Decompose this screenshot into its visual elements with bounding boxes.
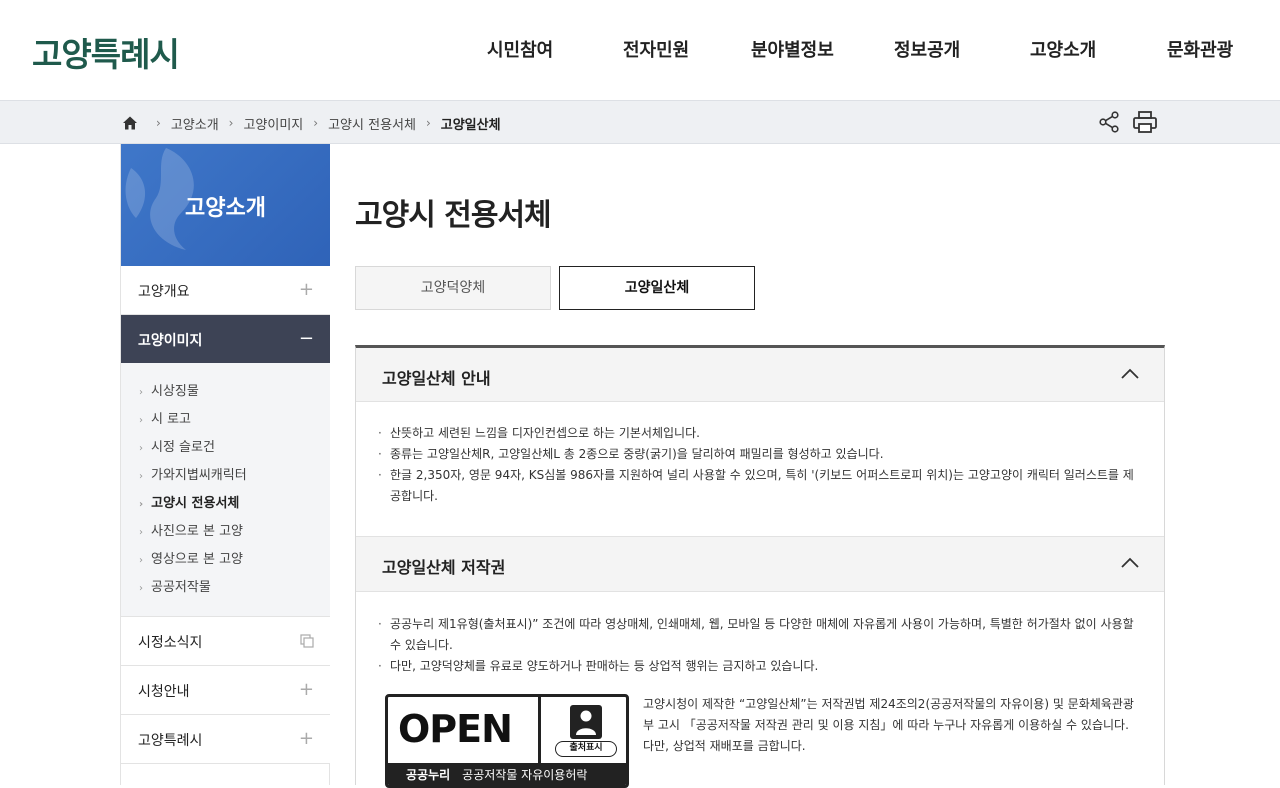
attribution-mark: 출처표시	[538, 697, 626, 763]
sidebar-item-label: 시청안내	[138, 684, 190, 700]
share-icon[interactable]	[1098, 111, 1120, 133]
submenu-item-slogan[interactable]: › 시정 슬로건	[139, 436, 215, 455]
chevron-up-icon[interactable]	[1120, 366, 1140, 380]
breadcrumb: › 고양소개 › 고양이미지 › 고양시 전용서체 › 고양일산체	[122, 113, 501, 133]
sidebar-item-label: 고양특례시	[138, 733, 203, 749]
global-nav: 시민참여 전자민원 분야별정보 정보공개 고양소개 문화관광	[0, 36, 1280, 66]
chevron-right-icon: ›	[156, 116, 161, 130]
kogl-caption: 공공누리 공공저작물 자유이용허락	[388, 763, 626, 785]
submenu-item-public-works[interactable]: › 공공저작물	[139, 576, 211, 595]
page-title: 고양시 전용서체	[355, 198, 552, 233]
submenu-item-logo[interactable]: › 시 로고	[139, 408, 191, 427]
open-mark: OPEN	[388, 697, 538, 763]
sidebar-item-label: 고양개요	[138, 284, 190, 300]
sidebar-item-label: 시정소식지	[138, 635, 203, 651]
chevron-right-icon: ›	[139, 443, 143, 454]
list-item: 다만, 고양덕양체를 유료로 양도하거나 판매하는 등 상업적 행위는 금지하고…	[378, 656, 1138, 677]
chevron-right-icon: ›	[139, 583, 143, 594]
sidebar-title: 고양소개	[185, 196, 266, 221]
tab-deokyang[interactable]: 고양덕양체	[355, 266, 551, 310]
submenu-item-photo[interactable]: › 사진으로 본 고양	[139, 520, 243, 539]
breadcrumb-item[interactable]: 고양시 전용서체	[328, 114, 416, 133]
new-window-icon	[300, 634, 314, 648]
chevron-right-icon: ›	[425, 116, 431, 130]
nav-item-about-goyang[interactable]: 고양소개	[1030, 36, 1096, 62]
chevron-right-icon: ›	[139, 527, 143, 538]
breadcrumb-bar: › 고양소개 › 고양이미지 › 고양시 전용서체 › 고양일산체	[0, 100, 1280, 144]
submenu-item-symbol[interactable]: › 시상징물	[139, 380, 199, 399]
chevron-right-icon: ›	[313, 116, 319, 130]
list-item: 공공누리 제1유형(출처표시)” 조건에 따라 영상매체, 인쇄매체, 웹, 모…	[378, 614, 1138, 656]
breadcrumb-item[interactable]: 고양소개	[171, 114, 219, 133]
sidebar-item-label: 고양이미지	[138, 333, 203, 349]
open-label: OPEN	[398, 707, 513, 751]
breadcrumb-item[interactable]: 고양이미지	[243, 114, 303, 133]
tab-ilsan[interactable]: 고양일산체	[559, 266, 755, 310]
home-icon[interactable]	[122, 115, 138, 131]
attribution-label: 출처표시	[555, 741, 617, 757]
list-item: 한글 2,350자, 영문 94자, KS심볼 986자를 지원하여 널리 사용…	[378, 465, 1138, 507]
breadcrumb-current: 고양일산체	[440, 117, 501, 133]
sidebar-submenu: › 시상징물 › 시 로고 › 시정 슬로건 › 가와지볍씨캐릭터 › 고양시 전용서체 …	[121, 363, 330, 617]
submenu-item-font[interactable]: › 고양시 전용서체	[139, 492, 239, 511]
sidebar-item-special-city[interactable]: 고양특례시 +	[121, 715, 330, 764]
copyright-list: 공공누리 제1유형(출처표시)” 조건에 따라 영상매체, 인쇄매체, 웹, 모…	[378, 614, 1138, 677]
accordion-header-copyright[interactable]: 고양일산체 저작권	[356, 537, 1164, 592]
content-panel: 고양일산체 안내 산뜻하고 세련된 느낌을 디자인컨셉으로 하는 기본서체입니다…	[355, 345, 1165, 788]
submenu-item-character[interactable]: › 가와지볍씨캐릭터	[139, 464, 247, 483]
person-icon	[570, 705, 602, 739]
accordion-header-guide[interactable]: 고양일산체 안내	[356, 348, 1164, 402]
print-icon[interactable]	[1132, 110, 1158, 134]
chevron-right-icon: ›	[139, 387, 143, 398]
chevron-right-icon: ›	[228, 116, 234, 130]
plus-icon: +	[298, 728, 314, 749]
nav-item-e-civil[interactable]: 전자민원	[623, 36, 689, 62]
sidebar-item-city-hall[interactable]: 시청안내 +	[121, 666, 330, 715]
submenu-item-video[interactable]: › 영상으로 본 고양	[139, 548, 243, 567]
nav-item-citizen[interactable]: 시민참여	[487, 36, 553, 62]
list-item: 종류는 고양일산체R, 고양일산체L 총 2종으로 중량(굵기)을 달리하여 패…	[378, 444, 1138, 465]
accordion-body-guide: 산뜻하고 세련된 느낌을 디자인컨셉으로 하는 기본서체입니다. 종류는 고양일…	[356, 402, 1164, 537]
guide-list: 산뜻하고 세련된 느낌을 디자인컨셉으로 하는 기본서체입니다. 종류는 고양일…	[378, 423, 1138, 507]
kogl-type1-badge: OPEN 출처표시 공공누리 공공저작물 자유이용허락	[385, 694, 629, 788]
minus-icon: −	[298, 328, 314, 349]
plus-icon: +	[298, 279, 314, 300]
accordion-title: 고양일산체 안내	[382, 369, 491, 388]
nav-item-info-disclosure[interactable]: 정보공개	[894, 36, 960, 62]
chevron-up-icon[interactable]	[1120, 555, 1140, 569]
site-header: 고양특례시 시민참여 전자민원 분야별정보 정보공개 고양소개 문화관광	[0, 0, 1280, 100]
sidebar: 고양소개 고양개요 + 고양이미지 − › 시상징물 › 시 로고 › 시정 슬로건 …	[120, 144, 330, 785]
sidebar-header: 고양소개	[121, 144, 330, 266]
sidebar-item-image[interactable]: 고양이미지 −	[121, 315, 330, 363]
list-item: 산뜻하고 세련된 느낌을 디자인컨셉으로 하는 기본서체입니다.	[378, 423, 1138, 444]
copyright-notice: 고양시청이 제작한 “고양일산체”는 저작권법 제24조의2(공공저작물의 자유…	[643, 697, 1134, 753]
sidebar-item-overview[interactable]: 고양개요 +	[121, 266, 330, 315]
plus-icon: +	[298, 679, 314, 700]
chevron-right-icon: ›	[139, 499, 144, 510]
chevron-right-icon: ›	[139, 415, 143, 426]
chevron-right-icon: ›	[139, 555, 143, 566]
accordion-title: 고양일산체 저작권	[382, 558, 506, 577]
sidebar-item-newsletter[interactable]: 시정소식지	[121, 617, 330, 666]
nav-item-culture-tour[interactable]: 문화관광	[1167, 36, 1233, 62]
nav-item-field-info[interactable]: 분야별정보	[751, 36, 834, 62]
chevron-right-icon: ›	[139, 471, 143, 482]
